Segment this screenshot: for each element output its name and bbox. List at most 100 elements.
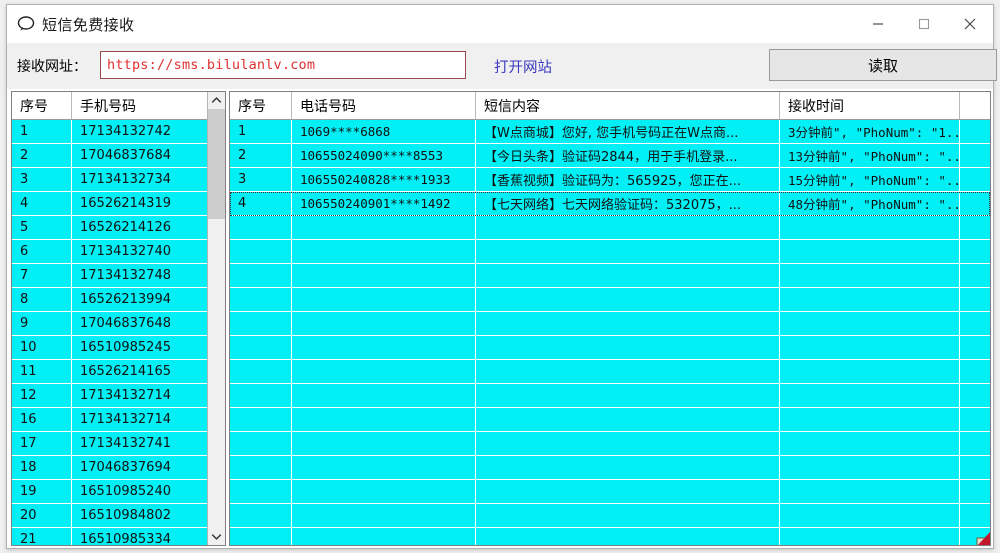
- cell-empty: [960, 456, 990, 479]
- cell-empty: [230, 480, 292, 503]
- table-row[interactable]: 1 1069****6868 【W点商城】您好, 您手机号码正在W点商... 3分钟前…: [230, 120, 990, 144]
- cell-empty: [292, 336, 476, 359]
- table-row[interactable]: 3 106550240828****1933 【香蕉视频】验证码为：565925，您…: [230, 168, 990, 192]
- cell-index: 4: [230, 192, 292, 215]
- table-row-empty: [230, 336, 990, 360]
- minimize-button[interactable]: [855, 5, 901, 43]
- cell-phone-number: 16510984802: [80, 508, 171, 523]
- maximize-button[interactable]: [901, 5, 947, 43]
- cell-empty: [780, 312, 960, 335]
- cell-index: 1: [12, 120, 72, 143]
- cell-empty: [780, 216, 960, 239]
- cell-empty: [780, 336, 960, 359]
- toolbar: 接收网址： 打开网站 读取: [7, 43, 997, 89]
- window-title: 短信免费接收: [42, 15, 135, 34]
- cell-receive-time: 15分钟前", "PhoNum": "...: [780, 168, 960, 191]
- column-header-index[interactable]: 序号: [12, 92, 72, 119]
- column-header-content[interactable]: 短信内容: [476, 92, 780, 119]
- cell-empty: [476, 480, 780, 503]
- column-header-index[interactable]: 序号: [230, 92, 292, 119]
- cell-phone-number: 17046837648: [80, 316, 171, 331]
- cell-empty: [230, 240, 292, 263]
- scroll-up-arrow-icon[interactable]: [208, 92, 225, 109]
- cell-empty: [476, 360, 780, 383]
- table-row[interactable]: 10 16510985245: [12, 336, 225, 360]
- title-bar-left: 短信免费接收: [7, 14, 134, 35]
- cell-empty: [230, 264, 292, 287]
- table-row[interactable]: 4 106550240901****1492 【七天网络】七天网络验证码：53207…: [230, 192, 990, 216]
- table-row[interactable]: 20 16510984802: [12, 504, 225, 528]
- table-row[interactable]: 16 17134132714: [12, 408, 225, 432]
- cell-phone-number: 10655024090****8553: [292, 144, 476, 167]
- cell-empty: [230, 312, 292, 335]
- cell-index: 9: [12, 312, 72, 335]
- cell-extra: [960, 120, 990, 143]
- title-bar: 短信免费接收: [7, 5, 993, 43]
- cell-empty: [780, 264, 960, 287]
- phone-list-scrollbar[interactable]: [207, 92, 225, 545]
- scrollbar-thumb[interactable]: [208, 109, 225, 219]
- close-button[interactable]: [947, 5, 993, 43]
- cell-index: 6: [12, 240, 72, 263]
- url-input[interactable]: [100, 51, 466, 79]
- table-row[interactable]: 6 17134132740: [12, 240, 225, 264]
- cell-empty: [476, 528, 780, 545]
- cell-empty: [230, 456, 292, 479]
- table-row-empty: [230, 528, 990, 545]
- column-header-extra[interactable]: [960, 92, 990, 119]
- cell-empty: [292, 264, 476, 287]
- cell-phone-number: 17134132740: [80, 244, 171, 259]
- table-row[interactable]: 8 16526213994: [12, 288, 225, 312]
- cell-empty: [780, 408, 960, 431]
- cell-empty: [292, 456, 476, 479]
- phone-number-list[interactable]: 序号 手机号码 1 17134132742 2 17046837684 3 1713413…: [11, 91, 226, 546]
- table-row[interactable]: 12 17134132714: [12, 384, 225, 408]
- table-row[interactable]: 4 16526214319: [12, 192, 225, 216]
- cell-index: 17: [12, 432, 72, 455]
- column-header-phone[interactable]: 手机号码: [72, 92, 210, 119]
- table-row[interactable]: 2 17046837684: [12, 144, 225, 168]
- column-header-time[interactable]: 接收时间: [780, 92, 960, 119]
- table-row[interactable]: 7 17134132748: [12, 264, 225, 288]
- cell-empty: [476, 432, 780, 455]
- table-row[interactable]: 19 16510985240: [12, 480, 225, 504]
- read-button[interactable]: 读取: [769, 49, 997, 81]
- cell-empty: [230, 408, 292, 431]
- cell-empty: [292, 360, 476, 383]
- cell-empty: [780, 504, 960, 527]
- cell-empty: [780, 360, 960, 383]
- table-row[interactable]: 9 17046837648: [12, 312, 225, 336]
- table-row[interactable]: 17 17134132741: [12, 432, 225, 456]
- column-header-phone[interactable]: 电话号码: [292, 92, 476, 119]
- cell-empty: [960, 240, 990, 263]
- scroll-down-arrow-icon[interactable]: [208, 528, 225, 545]
- cell-empty: [230, 336, 292, 359]
- cell-phone-number: 1069****6868: [292, 120, 476, 143]
- table-row-empty: [230, 480, 990, 504]
- cell-empty: [960, 288, 990, 311]
- cell-index: 3: [230, 168, 292, 191]
- table-row[interactable]: 1 17134132742: [12, 120, 225, 144]
- cell-phone-number: 17134132748: [80, 268, 171, 283]
- table-row[interactable]: 21 16510985334: [12, 528, 225, 545]
- cell-empty: [780, 432, 960, 455]
- table-row[interactable]: 18 17046837694: [12, 456, 225, 480]
- cell-sms-content: 【今日头条】验证码2844，用于手机登录...: [476, 144, 780, 167]
- table-row-empty: [230, 264, 990, 288]
- cell-phone-number: 16526214126: [80, 220, 171, 235]
- cell-receive-time: 48分钟前", "PhoNum": "...: [780, 192, 960, 215]
- scrollbar-track[interactable]: [208, 109, 225, 528]
- cell-index: 3: [12, 168, 72, 191]
- cell-index: 4: [12, 192, 72, 215]
- cell-index: 19: [12, 480, 72, 503]
- cell-empty: [960, 528, 990, 545]
- table-row[interactable]: 5 16526214126: [12, 216, 225, 240]
- table-row[interactable]: 2 10655024090****8553 【今日头条】验证码2844，用于手机登录…: [230, 144, 990, 168]
- sms-message-table[interactable]: 序号 电话号码 短信内容 接收时间 1 1069****6868 【W点商城】您好,…: [229, 91, 991, 546]
- cell-phone-number: 106550240901****1492: [292, 192, 476, 215]
- open-site-link[interactable]: 打开网站: [494, 56, 552, 77]
- cell-empty: [780, 456, 960, 479]
- table-row[interactable]: 3 17134132734: [12, 168, 225, 192]
- table-row[interactable]: 11 16526214165: [12, 360, 225, 384]
- cell-empty: [476, 216, 780, 239]
